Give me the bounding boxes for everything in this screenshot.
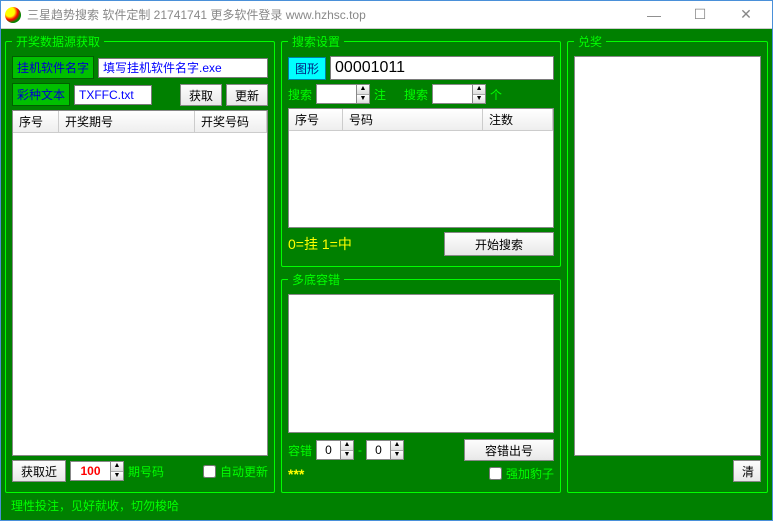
soft-name-label: 挂机软件名字 — [12, 56, 94, 79]
spin-up[interactable]: ▲ — [391, 441, 403, 451]
spin-down[interactable]: ▼ — [357, 95, 369, 104]
footer-text: 理性投注，见好就收，切勿梭哈 — [5, 495, 768, 516]
fault-spinner-b[interactable]: ▲▼ — [366, 440, 404, 460]
fetch-button[interactable]: 获取 — [180, 84, 222, 106]
panel-search-column: 搜索设置 图形 搜索 ▲▼ 注 搜索 — [281, 33, 561, 493]
update-button[interactable]: 更新 — [226, 84, 268, 106]
spin-down[interactable]: ▼ — [341, 451, 353, 460]
col-period: 开奖期号 — [59, 111, 195, 132]
lottery-label: 彩种文本 — [12, 83, 70, 106]
zhu-label: 注 — [374, 86, 386, 103]
panels: 开奖数据源获取 挂机软件名字 彩种文本 获取 更新 序号 开奖期号 开 — [5, 33, 768, 493]
auto-update-input[interactable] — [203, 465, 216, 478]
spin-up[interactable]: ▲ — [111, 462, 123, 472]
col-number: 开奖号码 — [195, 111, 267, 132]
client-area: 开奖数据源获取 挂机软件名字 彩种文本 获取 更新 序号 开奖期号 开 — [1, 29, 772, 520]
panel-fault: 多底容错 容错 ▲▼ - ▲▼ 容错出 — [281, 271, 561, 493]
window-controls: — ☐ ✕ — [632, 4, 768, 26]
legend-hint: 0=挂 1=中 — [288, 234, 352, 254]
dash: - — [358, 443, 362, 457]
panel-data-source: 开奖数据源获取 挂机软件名字 彩种文本 获取 更新 序号 开奖期号 开 — [5, 33, 275, 493]
start-search-button[interactable]: 开始搜索 — [444, 232, 554, 256]
near-count-input[interactable] — [70, 461, 110, 481]
clear-button[interactable]: 清 — [733, 460, 761, 482]
draw-list[interactable]: 序号 开奖期号 开奖号码 — [12, 110, 268, 456]
window-title: 三星趋势搜索 软件定制 21741741 更多软件登录 www.hzhsc.to… — [27, 6, 632, 23]
draw-list-header: 序号 开奖期号 开奖号码 — [13, 111, 267, 133]
spin-down[interactable]: ▼ — [391, 451, 403, 460]
panel-redeem-legend: 兑奖 — [574, 33, 606, 50]
fault-textarea[interactable] — [288, 294, 554, 433]
panel-redeem: 兑奖 清 — [567, 33, 768, 493]
near-count-spinner[interactable]: ▲▼ — [70, 461, 124, 481]
stars-label: *** — [288, 466, 304, 482]
panel-search-legend: 搜索设置 — [288, 33, 344, 50]
close-button[interactable]: ✕ — [724, 4, 768, 26]
titlebar: 三星趋势搜索 软件定制 21741741 更多软件登录 www.hzhsc.to… — [1, 1, 772, 29]
lottery-file-input[interactable] — [74, 85, 152, 105]
search-label-b: 搜索 — [404, 86, 428, 103]
spin-down[interactable]: ▼ — [111, 472, 123, 481]
search-result-list[interactable]: 序号 号码 注数 — [288, 108, 554, 228]
panel-search: 搜索设置 图形 搜索 ▲▼ 注 搜索 — [281, 33, 561, 267]
fault-label: 容错 — [288, 442, 312, 459]
fault-input-b[interactable] — [366, 440, 390, 460]
app-window: 三星趋势搜索 软件定制 21741741 更多软件登录 www.hzhsc.to… — [0, 0, 773, 521]
search-spinner-a[interactable]: ▲▼ — [316, 84, 370, 104]
search-spinner-b[interactable]: ▲▼ — [432, 84, 486, 104]
ge-label: 个 — [490, 86, 502, 103]
shape-label: 图形 — [288, 57, 326, 80]
auto-update-checkbox[interactable]: 自动更新 — [203, 463, 268, 480]
period-suffix: 期号码 — [128, 463, 164, 480]
minimize-button[interactable]: — — [632, 4, 676, 26]
force-leopard-checkbox[interactable]: 强加豹子 — [489, 465, 554, 482]
col-seq: 序号 — [289, 109, 343, 130]
fault-spinner-a[interactable]: ▲▼ — [316, 440, 354, 460]
fault-input-a[interactable] — [316, 440, 340, 460]
search-list-header: 序号 号码 注数 — [289, 109, 553, 131]
panel-fault-legend: 多底容错 — [288, 271, 344, 288]
search-input-b[interactable] — [432, 84, 472, 104]
col-seq: 序号 — [13, 111, 59, 132]
spin-up[interactable]: ▲ — [357, 85, 369, 95]
app-icon — [5, 7, 21, 23]
shape-input[interactable] — [330, 56, 554, 80]
search-input-a[interactable] — [316, 84, 356, 104]
panel-data-legend: 开奖数据源获取 — [12, 33, 104, 50]
spin-down[interactable]: ▼ — [473, 95, 485, 104]
col-bet: 注数 — [483, 109, 553, 130]
spin-up[interactable]: ▲ — [341, 441, 353, 451]
redeem-log[interactable] — [574, 56, 761, 456]
force-leopard-label: 强加豹子 — [506, 465, 554, 482]
force-leopard-input[interactable] — [489, 467, 502, 480]
auto-update-label: 自动更新 — [220, 463, 268, 480]
col-num: 号码 — [343, 109, 483, 130]
search-list-body — [289, 131, 553, 227]
fault-output-button[interactable]: 容错出号 — [464, 439, 554, 461]
soft-name-input[interactable] — [98, 58, 268, 78]
search-label-a: 搜索 — [288, 86, 312, 103]
maximize-button[interactable]: ☐ — [678, 4, 722, 26]
fetch-near-button[interactable]: 获取近 — [12, 460, 66, 482]
draw-list-body — [13, 133, 267, 455]
spin-up[interactable]: ▲ — [473, 85, 485, 95]
